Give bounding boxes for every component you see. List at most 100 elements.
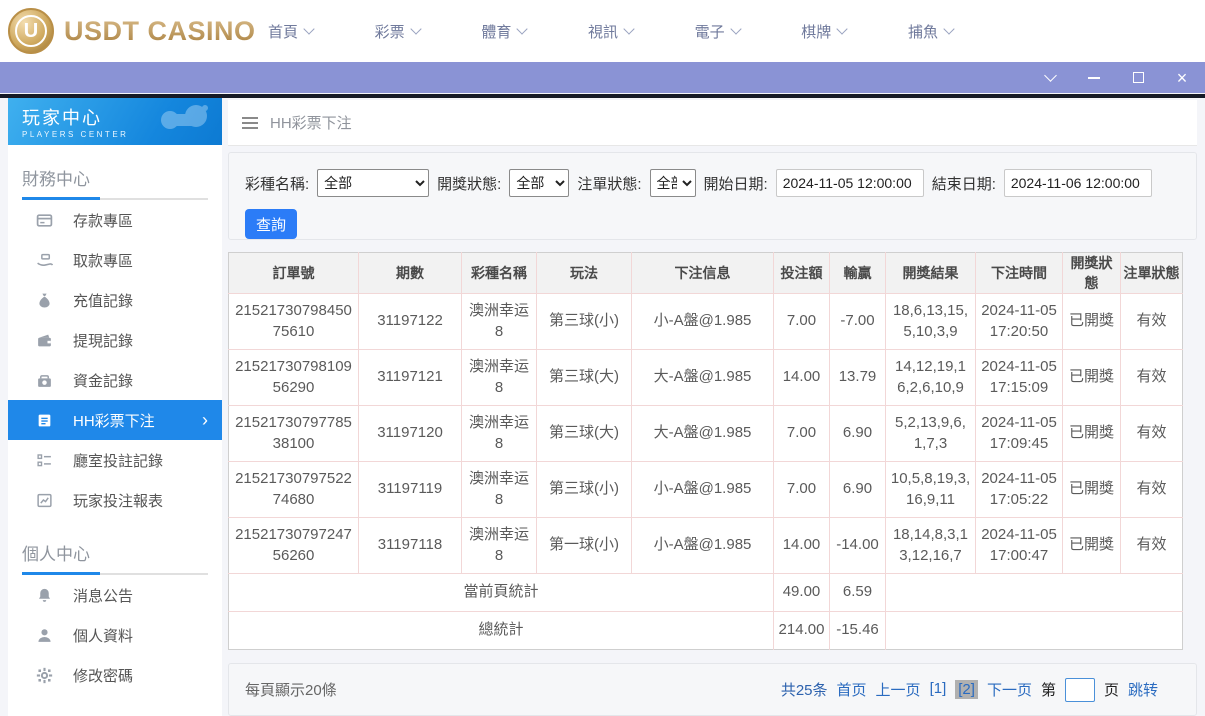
start-date-input[interactable] bbox=[776, 169, 924, 197]
cell-bet-time: 2024-11-05 17:15:09 bbox=[976, 350, 1063, 406]
nav-item[interactable]: 彩票 bbox=[375, 21, 420, 42]
nav-item[interactable]: 首頁 bbox=[268, 21, 313, 42]
chevron-right-icon: › bbox=[202, 411, 208, 429]
goto-button[interactable]: 跳转 bbox=[1128, 679, 1158, 700]
sidebar-item[interactable]: 玩家投注報表 bbox=[8, 480, 222, 520]
sidebar-item[interactable]: 提現記錄 bbox=[8, 320, 222, 360]
sidebar-section-title: 代理中心 bbox=[8, 709, 222, 716]
sidebar-item-label: 修改密碼 bbox=[73, 665, 208, 686]
cell-win-loss: 6.90 bbox=[830, 406, 886, 462]
nav-item[interactable]: 捕魚 bbox=[908, 21, 953, 42]
table-body: 215217307984507561031197122澳洲幸运8第三球(小)小-… bbox=[229, 294, 1183, 650]
cell-play: 第一球(小) bbox=[537, 518, 632, 574]
cell-order-status: 有效 bbox=[1121, 350, 1183, 406]
nav-item[interactable]: 電子 bbox=[695, 21, 740, 42]
sidebar-section-title: 個人中心 bbox=[8, 534, 222, 573]
column-header: 開獎結果 bbox=[886, 253, 976, 294]
cell-draw-status: 已開獎 bbox=[1063, 518, 1121, 574]
brand-logo[interactable]: U USDT CASINO bbox=[8, 8, 256, 54]
table-footer: 每頁顯示20條 共25条 首页 上一页 [1][2] 下一页 第 页 跳转 bbox=[228, 663, 1197, 716]
cell-period: 31197121 bbox=[359, 350, 462, 406]
page-number-link[interactable]: [1] bbox=[930, 680, 947, 699]
nav-item[interactable]: 棋牌 bbox=[801, 21, 846, 42]
user-icon bbox=[36, 627, 53, 644]
next-page-link[interactable]: 下一页 bbox=[987, 679, 1032, 700]
end-date-label: 結束日期: bbox=[932, 173, 996, 194]
sidebar-item-label: 取款專區 bbox=[73, 250, 208, 271]
chevron-down-icon bbox=[837, 23, 848, 34]
table-head: 訂單號期數彩種名稱玩法下注信息投注額輸贏開獎結果下注時間開獎狀態注單狀態 bbox=[229, 253, 1183, 294]
window-titlebar: × bbox=[0, 62, 1205, 93]
sidebar-item[interactable]: 個人資料 bbox=[8, 615, 222, 655]
current-page-indicator[interactable]: [2] bbox=[955, 680, 978, 699]
sidebar-item-label: 個人資料 bbox=[73, 625, 208, 646]
nav-item[interactable]: 視訊 bbox=[588, 21, 633, 42]
withdraw-icon bbox=[36, 252, 53, 269]
cell-order-status: 有效 bbox=[1121, 518, 1183, 574]
hamburger-menu-icon[interactable] bbox=[242, 117, 258, 129]
sidebar-item[interactable]: 取款專區 bbox=[8, 240, 222, 280]
close-icon[interactable]: × bbox=[1167, 66, 1197, 90]
cell-period: 31197119 bbox=[359, 462, 462, 518]
nav-item[interactable]: 體育 bbox=[481, 21, 526, 42]
prev-page-link[interactable]: 上一页 bbox=[876, 679, 921, 700]
bet-records-table: 訂單號期數彩種名稱玩法下注信息投注額輸贏開獎結果下注時間開獎狀態注單狀態 215… bbox=[228, 252, 1183, 650]
sidebar-item[interactable]: 消息公告 bbox=[8, 575, 222, 615]
lottery-name-label: 彩種名稱: bbox=[245, 173, 309, 194]
sidebar-item[interactable]: 資金記錄 bbox=[8, 360, 222, 400]
sidebar-item-label: 消息公告 bbox=[73, 585, 208, 606]
sidebar-item[interactable]: HH彩票下注› bbox=[8, 400, 222, 440]
cell-bet-amount: 14.00 bbox=[774, 350, 830, 406]
sidebar-item[interactable]: 充值記錄 bbox=[8, 280, 222, 320]
nav-item-label: 彩票 bbox=[375, 21, 405, 42]
gamepad-icon bbox=[156, 102, 212, 143]
end-date-input[interactable] bbox=[1004, 169, 1152, 197]
goto-page-input[interactable] bbox=[1065, 678, 1095, 702]
gear-icon bbox=[36, 667, 53, 684]
main-content: HH彩票下注 彩種名稱: 全部 開獎狀態: 全部 注單狀態: 全部 開始日期: … bbox=[228, 98, 1197, 716]
window-chevron-down-icon[interactable] bbox=[1035, 66, 1065, 90]
sidebar-item-label: 存款專區 bbox=[73, 210, 208, 231]
table-row: 215217307975227468031197119澳洲幸运8第三球(小)小-… bbox=[229, 462, 1183, 518]
sidebar-item[interactable]: 廳室投註記錄 bbox=[8, 440, 222, 480]
main-nav: 首頁 彩票 體育 視訊 電子 棋牌 捕魚 bbox=[268, 0, 953, 62]
search-button[interactable]: 查詢 bbox=[245, 209, 297, 239]
lottery-name-select[interactable]: 全部 bbox=[317, 169, 429, 197]
sidebar: 玩家中心 PLAYERS CENTER 財務中心存款專區取款專區充值記錄提現記錄… bbox=[8, 98, 222, 716]
cell-order-no: 2152173079778538100 bbox=[229, 406, 359, 462]
section-divider bbox=[22, 573, 208, 575]
column-header: 輸贏 bbox=[830, 253, 886, 294]
draw-status-select[interactable]: 全部 bbox=[509, 169, 569, 197]
minimize-icon[interactable] bbox=[1079, 66, 1109, 90]
cell-order-status: 有效 bbox=[1121, 462, 1183, 518]
page-size-text: 每頁顯示20條 bbox=[245, 679, 337, 700]
sidebar-section: 財務中心存款專區取款專區充值記錄提現記錄資金記錄HH彩票下注›廳室投註記錄玩家投… bbox=[8, 145, 222, 520]
table-row: 215217307977853810031197120澳洲幸运8第三球(大)大-… bbox=[229, 406, 1183, 462]
cell-bet-info: 小-A盤@1.985 bbox=[632, 462, 774, 518]
column-header: 注單狀態 bbox=[1121, 253, 1183, 294]
sidebar-item[interactable]: 存款專區 bbox=[8, 200, 222, 240]
cell-play: 第三球(大) bbox=[537, 406, 632, 462]
first-page-link[interactable]: 首页 bbox=[837, 679, 867, 700]
start-date-label: 開始日期: bbox=[704, 173, 768, 194]
maximize-icon[interactable] bbox=[1123, 66, 1153, 90]
cell-draw-status: 已開獎 bbox=[1063, 406, 1121, 462]
lottery-icon bbox=[36, 412, 53, 429]
cashout-icon bbox=[36, 332, 53, 349]
window-controls: × bbox=[1035, 62, 1197, 93]
column-header: 下注信息 bbox=[632, 253, 774, 294]
sidebar-section: 個人中心消息公告個人資料修改密碼 bbox=[8, 520, 222, 695]
total-win-loss: -15.46 bbox=[830, 612, 886, 650]
cell-win-loss: 6.90 bbox=[830, 462, 886, 518]
deposit-icon bbox=[36, 212, 53, 229]
order-status-select[interactable]: 全部 bbox=[650, 169, 696, 197]
cell-period: 31197122 bbox=[359, 294, 462, 350]
page-title: HH彩票下注 bbox=[270, 112, 352, 133]
cell-play: 第三球(大) bbox=[537, 350, 632, 406]
sidebar-item[interactable]: 修改密碼 bbox=[8, 655, 222, 695]
top-header: U USDT CASINO 首頁 彩票 體育 視訊 電子 棋牌 捕魚 bbox=[0, 0, 1205, 62]
cell-order-no: 2152173079810956290 bbox=[229, 350, 359, 406]
app-window: U USDT CASINO 首頁彩票體育視訊電子棋牌捕魚 × 玩家中心 PLAY… bbox=[0, 0, 1205, 716]
sidebar-item-label: HH彩票下注 bbox=[73, 410, 202, 431]
column-header: 彩種名稱 bbox=[462, 253, 537, 294]
